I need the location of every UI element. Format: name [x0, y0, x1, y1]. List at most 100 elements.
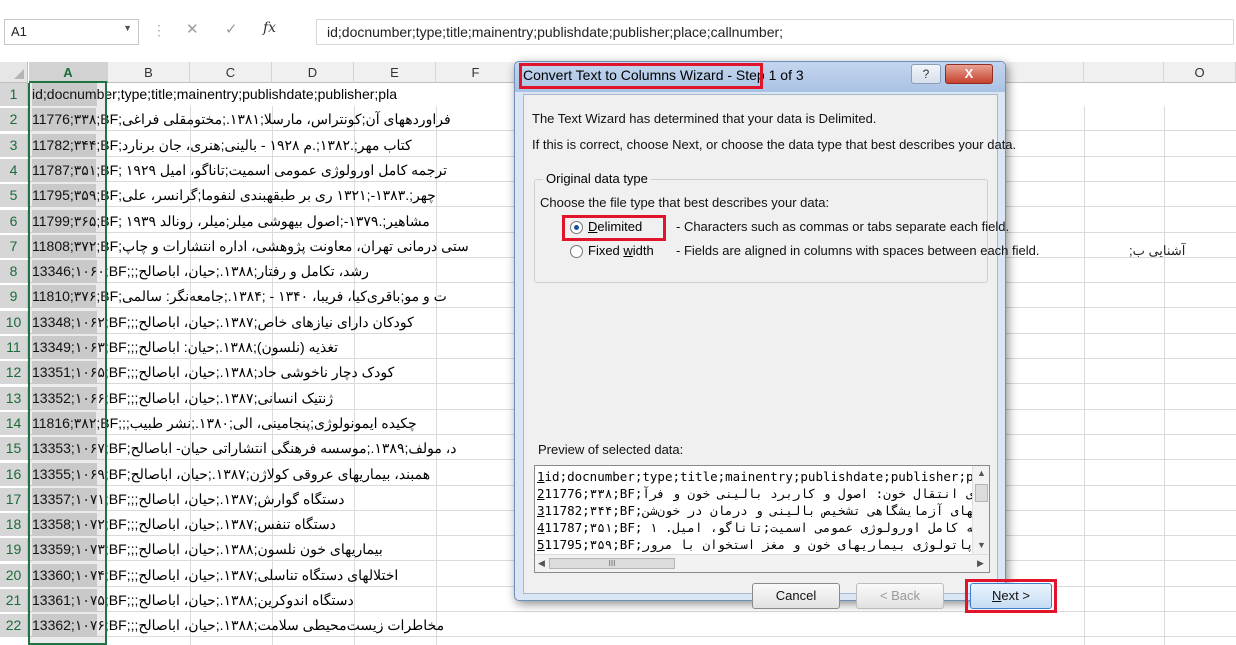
row-header[interactable]: 17 [0, 487, 28, 511]
next-highlight [965, 579, 1057, 613]
row-header[interactable]: 13 [0, 386, 28, 410]
preview-box[interactable]: 1id;docnumber;type;title;mainentry;publi… [534, 465, 990, 573]
cancel-button[interactable]: Cancel [752, 583, 840, 609]
preview-vscroll[interactable]: ▲ ▼ [972, 466, 989, 554]
cell-a-visible-text: 11795;۳۵۹ [32, 184, 97, 208]
row-header[interactable]: 20 [0, 563, 28, 587]
help-button[interactable]: ? [911, 64, 941, 84]
preview-line: 1id;docnumber;type;title;mainentry;publi… [537, 468, 973, 485]
row-header[interactable]: 10 [0, 310, 28, 334]
name-box[interactable]: A1 ▼ [4, 19, 139, 45]
cell-a-overflow-text: ۳;BF;;;تغذیه (نلسون);۱۳۸۸.;حیان: اباصالح [97, 339, 338, 355]
row-header[interactable]: 1 [0, 83, 28, 106]
formula-input[interactable]: id;docnumber;type;title;mainentry;publis… [316, 19, 1234, 45]
scroll-left-icon[interactable]: ◀ [538, 558, 545, 569]
cell-a-overflow-text: ۵;BF;;;کودک دچار ناخوشی حاد;۱۳۸۸.;حیان، … [97, 364, 395, 381]
cell-a-visible-text: 11808;۳۷۲ [32, 234, 97, 258]
column-header-c[interactable]: C [190, 62, 272, 83]
row-header[interactable]: 7 [0, 234, 28, 258]
cell-a-overflow-text: ;BF; ۱۹۲۹ ترجمه کامل اورولوژی عمومی اسمی… [96, 161, 447, 178]
cell-a-overflow-text: ۷;BF;د، مولف;۱۳۸۹.;موسسه فرهنگی انتشارات… [97, 440, 457, 457]
cell-a-overflow-text: ;BF;چهر;.۱۳۸۳-;۱۳۲۱ ری بر طبقهبندی لنفوم… [96, 187, 436, 204]
cell-a-overflow-text: ;BF;ستی درمانی تهران، معاونت پژوهشی، ادا… [96, 237, 469, 254]
back-button[interactable]: < Back [856, 583, 944, 609]
preview-line: 311782;۳۴۴;BF;روشهای آزمایشگاهی تشخیص با… [537, 502, 973, 519]
cell-a-visible-text: 13357;۱۰۷ [32, 487, 98, 511]
vscroll-thumb[interactable] [975, 484, 988, 502]
cell-a-overflow-text: ;BF;فراوردههای آن;کونتراس، مارسلا;۱۳۸۱.;… [96, 111, 451, 128]
scroll-down-icon[interactable]: ▼ [977, 540, 986, 550]
close-button[interactable]: X [945, 64, 993, 84]
cell-a-visible-text: id;docnum [32, 83, 97, 106]
cell-a-visible-text: 11782;۳۴۴ [32, 133, 97, 157]
row-header[interactable]: 16 [0, 462, 28, 486]
row-header[interactable]: 14 [0, 411, 28, 435]
cell-a-visible-text: 13346;۱۰۶ [32, 260, 98, 284]
row-header[interactable]: 19 [0, 538, 28, 562]
choose-file-type-label: Choose the file type that best describes… [540, 195, 830, 210]
delimited-highlight [562, 215, 666, 241]
preview-line-number: 1 [537, 469, 545, 484]
cell-a-visible-text: 13358;۱۰۷ [32, 513, 98, 537]
table-row: 22 13362;۱۰۷۶;BF;;;مخاطرات زیست‌محیطی سلا… [0, 614, 1236, 638]
scroll-up-icon[interactable]: ▲ [977, 468, 986, 478]
column-header-a[interactable]: A [29, 62, 108, 83]
row-header[interactable]: 18 [0, 513, 28, 537]
cell-a-visible-text: 13352;۱۰۶ [32, 386, 98, 410]
cell-a-overflow-text: ۶;BF;;;مخاطرات زیست‌محیطی سلامت;۱۳۸۸.;حی… [97, 617, 445, 634]
row-header[interactable]: 15 [0, 437, 28, 461]
cell-a-overflow-text: ۶;BF;;;ژنتیک انسانی;۱۳۸۷.;حیان، اباصالح [97, 389, 334, 406]
fx-icon[interactable]: fx [263, 20, 276, 36]
preview-line-number: 2 [537, 486, 545, 501]
fixed-width-radio[interactable] [570, 245, 583, 258]
hscroll-thumb[interactable]: III [549, 558, 675, 569]
column-header-o[interactable]: O [1164, 62, 1236, 83]
chevron-down-icon[interactable]: ▼ [123, 23, 132, 33]
cell-a-visible-text: 13360;۱۰۷ [32, 563, 98, 587]
dialog-titlebar[interactable]: Convert Text to Columns Wizard - Step 1 … [515, 62, 1005, 92]
preview-line-text: id;docnumber;type;title;mainentry;publis… [544, 469, 973, 484]
more-options-icon: ⋮ [152, 22, 166, 38]
cell-a-visible-text: 13355;۱۰۶ [32, 462, 98, 486]
row-header[interactable]: 8 [0, 260, 28, 284]
cell-a-overflow-text: ۰;BF;;;رشد، تکامل و رفتار;۱۳۸۸.;حیان، اب… [97, 263, 369, 280]
cell-a[interactable]: 13362;۱۰۷۶;BF;;;مخاطرات زیست‌محیطی سلامت… [29, 614, 1236, 638]
row-header[interactable]: 5 [0, 184, 28, 208]
cell-a-overflow-text: ۴;BF;;;اختلالهای دستگاه تناسلی;۱۳۸۷.;حیا… [97, 566, 399, 583]
column-header-f[interactable]: F [436, 62, 516, 83]
row-header[interactable]: 2 [0, 108, 28, 132]
row-header[interactable]: 9 [0, 285, 28, 309]
cell-a-overflow-text: ۵;BF;;;دستگاه اندوکرین;۱۳۸۸.;حیان، اباصا… [97, 592, 354, 608]
cell-a-visible-text: 11810;۳۷۶ [32, 285, 97, 309]
fixed-width-label[interactable]: Fixed width [588, 243, 654, 258]
row-header[interactable]: 22 [0, 614, 28, 638]
column-header-d[interactable]: D [272, 62, 354, 83]
preview-line-text: 11795;۳۵۹;BF;هماتوپاتولوژی بیماریهای خون… [544, 537, 973, 552]
cell-a-visible-text: 13362;۱۰۷ [32, 614, 98, 638]
row-header[interactable]: 11 [0, 336, 28, 359]
cell-a-visible-text: 11799;۳۶۵ [32, 209, 97, 233]
dialog-body: The Text Wizard has determined that your… [523, 94, 1057, 613]
column-header-b[interactable]: B [108, 62, 190, 83]
close-icon[interactable]: ✕ [186, 20, 199, 38]
row-header[interactable]: 21 [0, 589, 28, 612]
row-header[interactable]: 3 [0, 133, 28, 157]
preview-hscroll[interactable]: ◀ III ▶ [535, 554, 989, 572]
cell-a-visible-text: 13353;۱۰۶ [32, 437, 98, 461]
cell-a-overflow-text: ber;type;title;mainentry;publishdate;pub… [96, 86, 397, 102]
row-header[interactable]: 6 [0, 209, 28, 233]
row-header[interactable]: 12 [0, 361, 28, 385]
row-header[interactable]: 4 [0, 158, 28, 182]
cell-a-visible-text: 13349;۱۰۶ [32, 336, 98, 359]
title-highlight [519, 63, 763, 89]
cell-a-overflow-text: ۲;BF;;;کودکان دارای نیازهای خاص;۱۳۸۷.;حی… [97, 313, 414, 330]
preview-line: 511795;۳۵۹;BF;هماتوپاتولوژی بیماریهای خو… [537, 536, 973, 553]
cell-a-visible-text: 13359;۱۰۷ [32, 538, 98, 562]
preview-line-number: 5 [537, 537, 545, 552]
check-icon[interactable]: ✓ [225, 20, 238, 38]
cell-a-visible-text: 13348;۱۰۶ [32, 310, 98, 334]
select-all-corner[interactable] [0, 62, 28, 83]
scroll-right-icon[interactable]: ▶ [977, 558, 984, 569]
column-header-e[interactable]: E [354, 62, 436, 83]
cell-a-overflow-text: ۳;BF;;;بیماریهای خون نلسون;۱۳۸۸.;حیان، ا… [97, 541, 383, 558]
